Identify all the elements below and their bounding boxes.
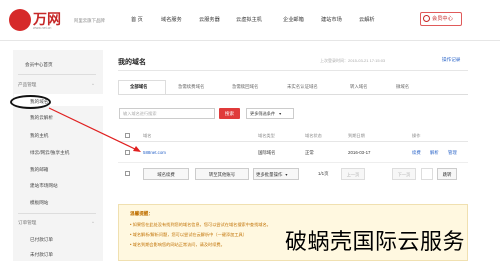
tip-line: • 域名到期会影响您的网站正常访问，请及时续费。 bbox=[130, 242, 225, 247]
tips-title: 温馨提醒： bbox=[130, 211, 153, 216]
arrow-line bbox=[48, 107, 138, 151]
tip-line: • 如果您在此处没有找到您的域名信息，您可以尝试在域名搜索中查找域名。 bbox=[130, 222, 271, 227]
tip-line: • 域名解析/解析问题，您可以尝试在云解析中（一键添加工具） bbox=[130, 232, 247, 237]
watermark-text: 破蜗壳国际云服务 bbox=[285, 229, 466, 254]
